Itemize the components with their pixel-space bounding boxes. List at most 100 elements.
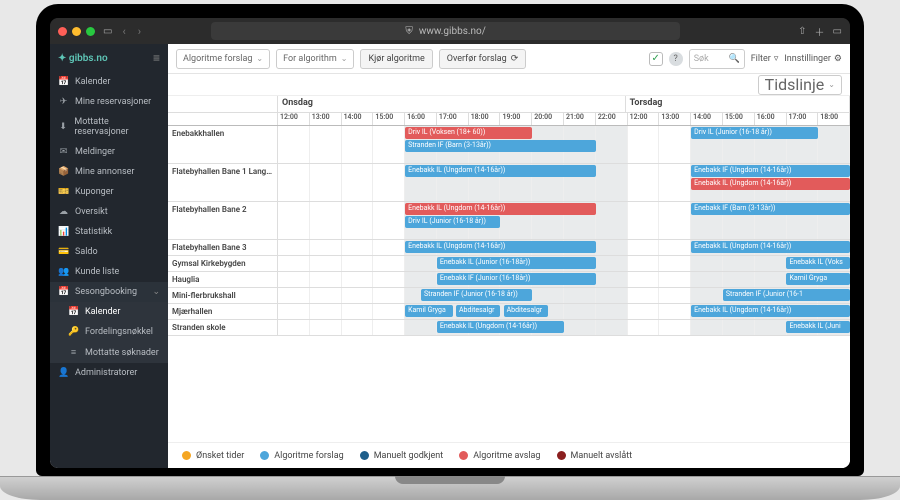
time-cell[interactable] xyxy=(373,304,405,319)
time-cell[interactable] xyxy=(310,126,342,163)
run-algorithm-button[interactable]: Kjør algoritme xyxy=(360,49,432,69)
time-cell[interactable] xyxy=(310,304,342,319)
back-icon[interactable]: ‹ xyxy=(120,25,127,38)
time-cell[interactable] xyxy=(628,202,660,239)
event-block[interactable]: Kamil Gryga xyxy=(405,305,453,317)
time-cell[interactable] xyxy=(628,288,660,303)
time-cell[interactable] xyxy=(278,126,310,163)
time-cell[interactable] xyxy=(342,272,374,287)
time-cell[interactable] xyxy=(691,272,723,287)
time-cell[interactable] xyxy=(723,320,755,335)
event-block[interactable]: Enebakk IL (Ungdom (14-16år)) xyxy=(437,321,564,333)
time-cell[interactable] xyxy=(342,126,374,163)
search-input[interactable]: Søk 🔍 xyxy=(689,49,745,69)
sidebar-item[interactable]: 📊Statistikk xyxy=(50,222,168,242)
time-cell[interactable] xyxy=(659,320,691,335)
event-block[interactable]: Enebakk IL (Ungdom (14-16år)) xyxy=(405,241,596,253)
event-block[interactable]: Abditesalgr xyxy=(456,305,500,317)
row-slots[interactable]: Driv IL (Voksen (18+ 60))Stranden IF (Ba… xyxy=(278,126,850,163)
time-cell[interactable] xyxy=(278,272,310,287)
time-cell[interactable] xyxy=(564,320,596,335)
sidebar-item[interactable]: 👤Administratorer xyxy=(50,363,168,383)
row-slots[interactable]: Enebakk IL (Junior (16-18år))Enebakk IL … xyxy=(278,256,850,271)
time-cell[interactable] xyxy=(755,256,787,271)
time-cell[interactable] xyxy=(628,126,660,163)
sidebar-item[interactable]: 📅Sesongbooking⌄ xyxy=(50,282,168,302)
event-block[interactable]: Stranden IF (Junior (16-18 år)) xyxy=(421,289,532,301)
time-cell[interactable] xyxy=(405,256,437,271)
time-cell[interactable] xyxy=(342,202,374,239)
timeline-select[interactable]: Tidslinje⌄ xyxy=(758,75,842,95)
time-cell[interactable] xyxy=(723,272,755,287)
time-cell[interactable] xyxy=(818,126,850,163)
time-cell[interactable] xyxy=(596,240,628,255)
time-cell[interactable] xyxy=(755,320,787,335)
address-bar[interactable]: ⛨ www.gibbs.no/ xyxy=(211,22,680,40)
time-cell[interactable] xyxy=(596,272,628,287)
event-block[interactable]: Enebakk IF (Barn (3-13år)) xyxy=(691,203,850,215)
time-cell[interactable] xyxy=(373,256,405,271)
sidebar-item[interactable]: 📅Kalender xyxy=(50,72,168,92)
for-algorithm-select[interactable]: For algorithm⌄ xyxy=(276,49,354,69)
time-cell[interactable] xyxy=(596,320,628,335)
time-cell[interactable] xyxy=(659,304,691,319)
event-block[interactable]: Stranden IF (Barn (3-13år)) xyxy=(405,140,596,152)
event-block[interactable]: Driv IL (Junior (16-18 år)) xyxy=(691,127,818,139)
hamburger-icon[interactable]: ≡ xyxy=(153,51,160,65)
event-block[interactable]: Enebakk IL (Ungdom (14-16år)) xyxy=(691,305,850,317)
sidebar-item[interactable]: ✉Meldinger xyxy=(50,142,168,162)
time-cell[interactable] xyxy=(596,304,628,319)
row-slots[interactable]: Enebakk IF (Junior (16-18år))Kamil Gryga xyxy=(278,272,850,287)
time-cell[interactable] xyxy=(373,320,405,335)
time-cell[interactable] xyxy=(628,320,660,335)
time-cell[interactable] xyxy=(691,256,723,271)
time-cell[interactable] xyxy=(628,240,660,255)
time-cell[interactable] xyxy=(405,272,437,287)
algorithm-suggestion-select[interactable]: Algoritme forslag⌄ xyxy=(176,49,270,69)
sidebar-toggle-icon[interactable]: ▭ xyxy=(103,26,112,37)
time-cell[interactable] xyxy=(628,256,660,271)
time-cell[interactable] xyxy=(596,202,628,239)
time-cell[interactable] xyxy=(310,288,342,303)
time-cell[interactable] xyxy=(310,272,342,287)
time-cell[interactable] xyxy=(596,126,628,163)
event-block[interactable]: Enebakk IL (Ungdom (14-16år)) xyxy=(691,178,850,190)
time-cell[interactable] xyxy=(278,304,310,319)
time-cell[interactable] xyxy=(342,304,374,319)
time-cell[interactable] xyxy=(310,256,342,271)
time-cell[interactable] xyxy=(564,304,596,319)
time-cell[interactable] xyxy=(596,288,628,303)
event-block[interactable]: Enebakk IL (Juni xyxy=(786,321,850,333)
sidebar-item[interactable]: 💳Saldo xyxy=(50,242,168,262)
event-block[interactable]: Stranden IF (Junior (16-1 xyxy=(723,289,850,301)
forward-icon[interactable]: › xyxy=(136,25,143,38)
event-block[interactable]: Abditesalgr xyxy=(504,305,548,317)
time-cell[interactable] xyxy=(659,256,691,271)
filter-button[interactable]: Filter▿ xyxy=(751,54,779,64)
row-slots[interactable]: Enebakk IL (Ungdom (14-16år))Enebakk IL … xyxy=(278,240,850,255)
event-block[interactable]: Enebakk IL (Ungdom (14-16år)) xyxy=(405,165,596,177)
time-cell[interactable] xyxy=(628,164,660,201)
time-cell[interactable] xyxy=(310,240,342,255)
time-cell[interactable] xyxy=(755,272,787,287)
time-cell[interactable] xyxy=(373,288,405,303)
time-cell[interactable] xyxy=(659,240,691,255)
row-slots[interactable]: Enebakk IL (Ungdom (14-16år))Driv IL (Ju… xyxy=(278,202,850,239)
time-cell[interactable] xyxy=(405,320,437,335)
sidebar-item[interactable]: ✈Mine reservasjoner xyxy=(50,92,168,112)
time-cell[interactable] xyxy=(373,240,405,255)
time-cell[interactable] xyxy=(691,288,723,303)
toggle-checkbox[interactable]: ✓ xyxy=(649,52,663,66)
window-controls[interactable] xyxy=(58,27,95,36)
time-cell[interactable] xyxy=(659,272,691,287)
time-cell[interactable] xyxy=(278,202,310,239)
row-slots[interactable]: Stranden IF (Junior (16-18 år)) Stranden … xyxy=(278,288,850,303)
row-slots[interactable]: Kamil GrygaAbditesalgrAbditesalgrEnebakk… xyxy=(278,304,850,319)
time-cell[interactable] xyxy=(342,240,374,255)
maximize-icon[interactable] xyxy=(86,27,95,36)
event-block[interactable]: Enebakk IF (Junior (16-18år)) xyxy=(437,273,596,285)
settings-button[interactable]: Innstillinger⚙ xyxy=(784,54,842,64)
time-cell[interactable] xyxy=(564,288,596,303)
time-cell[interactable] xyxy=(310,164,342,201)
new-tab-icon[interactable]: ＋ xyxy=(815,24,825,39)
